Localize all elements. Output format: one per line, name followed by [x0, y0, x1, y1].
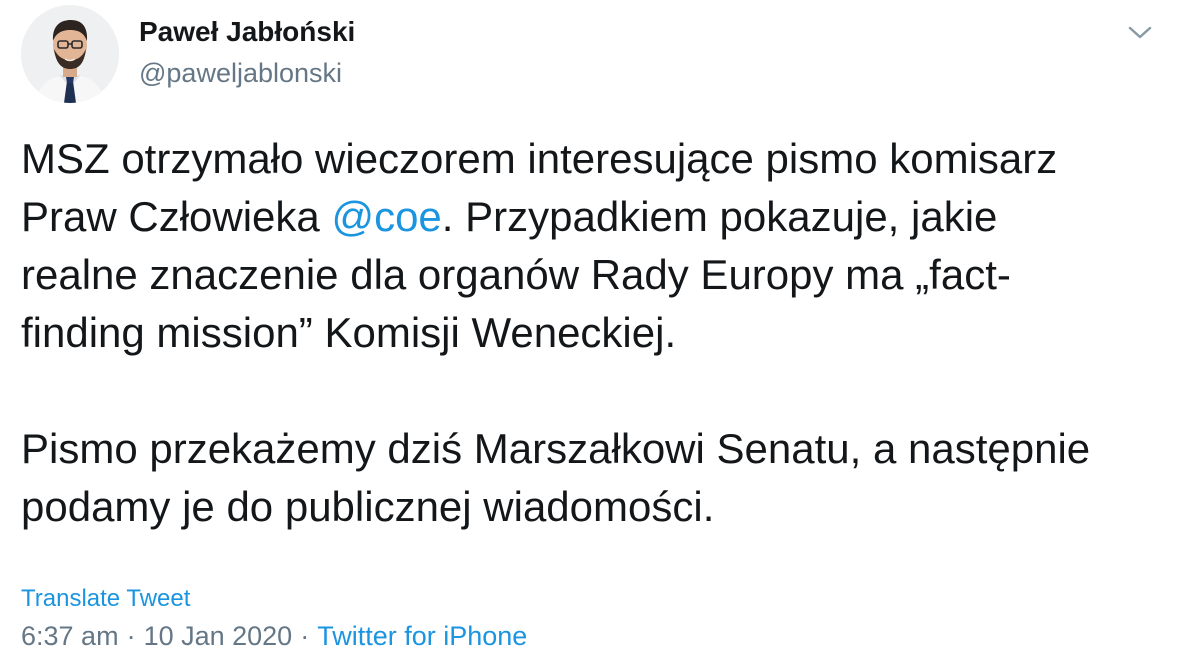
meta-separator: ·: [126, 621, 136, 651]
tweet-text-segment: MSZ otrzymało wieczorem interesujące pis…: [21, 135, 1058, 182]
meta-separator: ·: [300, 621, 310, 651]
tweet-text-segment: Praw Człowieka: [21, 193, 332, 240]
avatar-portrait: [21, 5, 119, 103]
tweet-text-segment: podamy je do publicznej wiadomości.: [21, 483, 715, 530]
tweet-line: finding mission” Komisji Weneckiej.: [21, 304, 1171, 362]
tweet-source-link[interactable]: Twitter for iPhone: [317, 621, 527, 651]
tweet-text-segment: Pismo przekażemy dziś Marszałkowi Senatu…: [21, 425, 1091, 472]
translate-tweet-link[interactable]: Translate Tweet: [21, 584, 190, 614]
tweet-text: MSZ otrzymało wieczorem interesujące pis…: [21, 130, 1171, 536]
tweet-date[interactable]: 10 Jan 2020: [144, 621, 293, 651]
mention-link[interactable]: @coe: [331, 193, 441, 240]
author-name[interactable]: Paweł Jabłoński: [139, 14, 355, 50]
tweet-metadata: 6:37 am · 10 Jan 2020 · Twitter for iPhone: [21, 618, 527, 654]
tweet-text-segment: realne znaczenie dla organów Rady Europy…: [21, 251, 1011, 298]
tweet-time[interactable]: 6:37 am: [21, 621, 119, 651]
tweet-paragraph-1: MSZ otrzymało wieczorem interesujące pis…: [21, 130, 1171, 362]
tweet-text-segment: . Przypadkiem pokazuje, jakie: [441, 193, 998, 240]
tweet-card: Paweł Jabłoński @paweljablonski MSZ otrz…: [0, 0, 1188, 666]
tweet-paragraph-2: Pismo przekażemy dziś Marszałkowi Senatu…: [21, 420, 1171, 536]
tweet-line: MSZ otrzymało wieczorem interesujące pis…: [21, 130, 1171, 188]
tweet-line: podamy je do publicznej wiadomości.: [21, 478, 1171, 536]
tweet-text-segment: finding mission” Komisji Weneckiej.: [21, 309, 677, 356]
avatar[interactable]: [21, 5, 119, 103]
tweet-line: realne znaczenie dla organów Rady Europy…: [21, 246, 1171, 304]
tweet-line: Pismo przekażemy dziś Marszałkowi Senatu…: [21, 420, 1171, 478]
chevron-down-icon[interactable]: [1124, 18, 1156, 46]
tweet-line: Praw Człowieka @coe. Przypadkiem pokazuj…: [21, 188, 1171, 246]
author-handle[interactable]: @paweljablonski: [139, 56, 342, 90]
